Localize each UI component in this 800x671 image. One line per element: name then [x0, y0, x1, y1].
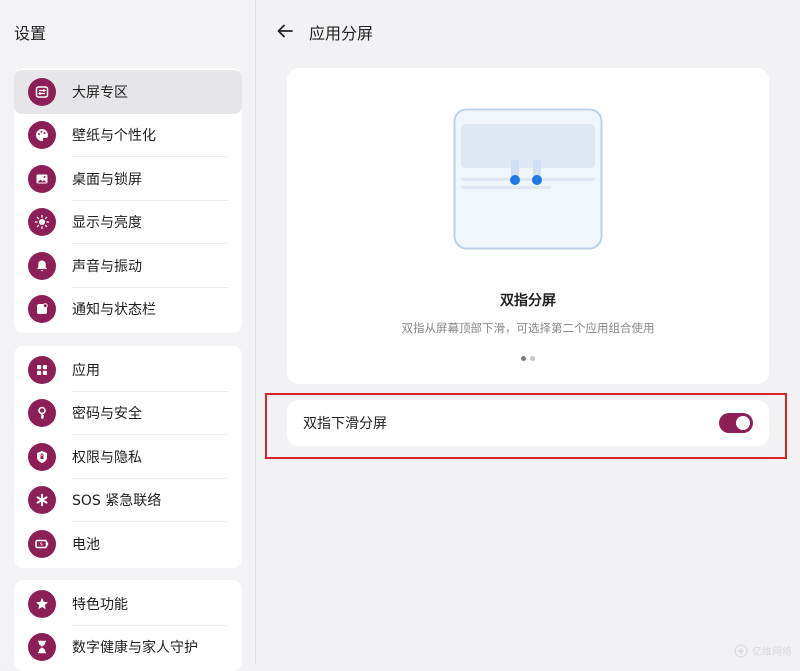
sun-icon [28, 208, 56, 237]
sidebar-group-3: 特色功能 数字健康与家人守护 [14, 580, 242, 671]
sidebar-item-apps[interactable]: 应用 [14, 348, 242, 392]
split-screen-illustration [453, 108, 603, 250]
page-title: 应用分屏 [309, 24, 374, 43]
feature-preview-card[interactable]: 双指分屏 双指从屏幕顶部下滑，可选择第二个应用组合使用 [287, 68, 769, 384]
palette-icon [28, 121, 56, 150]
sidebar-item-desktop-lock[interactable]: 桌面与锁屏 [14, 157, 242, 201]
sidebar-item-label: 数字健康与家人守护 [72, 640, 198, 657]
main-panel: 应用分屏 双指分屏 双指从屏幕顶部下滑，可选择第二个应用组合使用 双指下滑分屏 [257, 0, 800, 664]
sidebar-item-label: 大屏专区 [72, 84, 128, 101]
notification-icon [28, 295, 56, 324]
page-dot-active[interactable] [521, 356, 526, 361]
battery-icon [28, 529, 56, 558]
sidebar-item-label: 显示与亮度 [72, 215, 142, 232]
star-icon [28, 589, 56, 618]
sidebar-item-sound[interactable]: 声音与振动 [14, 244, 242, 288]
sidebar-item-label: SOS 紧急联络 [72, 493, 162, 510]
sidebar-item-label: 特色功能 [72, 596, 128, 613]
page-dot[interactable] [530, 356, 535, 361]
shield-icon [28, 442, 56, 471]
key-icon [28, 399, 56, 428]
sidebar-item-battery[interactable]: 电池 [14, 522, 242, 566]
watermark: 亿维网络 [734, 643, 792, 658]
sidebar-item-wallpaper[interactable]: 壁纸与个性化 [14, 114, 242, 157]
sidebar-item-special-features[interactable]: 特色功能 [14, 582, 242, 626]
sidebar-item-label: 壁纸与个性化 [72, 128, 156, 145]
large-screen-icon [28, 77, 56, 106]
sos-asterisk-icon [28, 486, 56, 515]
sidebar-title: 设置 [14, 24, 47, 43]
sidebar-item-label: 声音与振动 [72, 258, 142, 275]
sidebar-item-display[interactable]: 显示与亮度 [14, 201, 242, 244]
sidebar-item-label: 应用 [72, 362, 100, 379]
bell-icon [28, 251, 56, 280]
sidebar-item-notification[interactable]: 通知与状态栏 [14, 288, 242, 332]
sidebar-item-password-security[interactable]: 密码与安全 [14, 392, 242, 435]
sidebar-item-label: 电池 [72, 536, 100, 553]
feature-title: 双指分屏 [500, 293, 556, 309]
image-icon [28, 164, 56, 193]
annotation-highlight-box [265, 393, 787, 459]
hourglass-icon [28, 633, 56, 662]
sidebar: 设置 大屏专区 壁纸与个性化 桌面与锁屏 显示与亮度 声音与振动 通知与状态栏 … [0, 0, 256, 671]
watermark-logo-icon [734, 643, 748, 658]
feature-description: 双指从屏幕顶部下滑，可选择第二个应用组合使用 [401, 321, 655, 335]
sidebar-group-2: 应用 密码与安全 权限与隐私 SOS 紧急联络 电池 [14, 346, 242, 568]
apps-icon [28, 355, 56, 384]
sidebar-item-sos[interactable]: SOS 紧急联络 [14, 479, 242, 522]
sidebar-item-label: 密码与安全 [72, 406, 142, 423]
sidebar-item-label: 桌面与锁屏 [72, 171, 142, 188]
page-indicator[interactable] [287, 356, 769, 361]
sidebar-item-digital-wellbeing[interactable]: 数字健康与家人守护 [14, 626, 242, 670]
sidebar-group-1: 大屏专区 壁纸与个性化 桌面与锁屏 显示与亮度 声音与振动 通知与状态栏 [14, 68, 242, 333]
sidebar-item-privacy[interactable]: 权限与隐私 [14, 435, 242, 479]
sidebar-item-large-screen[interactable]: 大屏专区 [14, 70, 242, 114]
sidebar-item-label: 权限与隐私 [72, 449, 142, 466]
sidebar-item-label: 通知与状态栏 [72, 302, 156, 319]
back-arrow-icon[interactable] [275, 21, 295, 41]
watermark-text: 亿维网络 [752, 647, 792, 658]
